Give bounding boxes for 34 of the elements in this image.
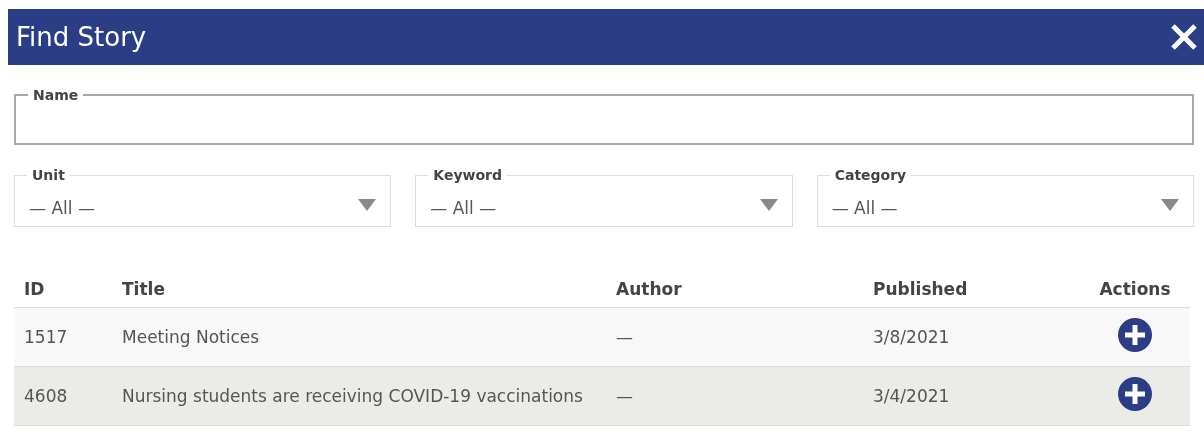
column-header: Author bbox=[606, 271, 863, 308]
caret-icon bbox=[358, 198, 377, 211]
name-field[interactable]: Name bbox=[14, 87, 1194, 145]
plus-circle-icon bbox=[1118, 318, 1152, 352]
table-cell: — bbox=[606, 366, 863, 426]
table-cell: — bbox=[606, 307, 863, 367]
dropdown-value: — All — bbox=[29, 196, 96, 218]
plus-circle-icon bbox=[1118, 377, 1152, 411]
dropdown-value: — All — bbox=[430, 196, 498, 218]
field-label: Category bbox=[833, 167, 908, 183]
add-button[interactable] bbox=[1118, 318, 1152, 352]
table-row[interactable]: 1517 Meeting Notices — 3/8/2021 bbox=[14, 307, 1190, 367]
field-label: Unit bbox=[31, 167, 66, 183]
field-label: Keyword bbox=[432, 167, 504, 183]
table-cell: 3/4/2021 bbox=[863, 366, 1080, 426]
column-header: Title bbox=[112, 271, 606, 308]
dropdown[interactable]: Unit — All — bbox=[14, 167, 392, 227]
column-header: Actions bbox=[1080, 271, 1190, 308]
caret-icon bbox=[1161, 198, 1179, 211]
table-cell: 1517 bbox=[14, 307, 112, 367]
caret-icon bbox=[759, 198, 778, 211]
table-cell: Meeting Notices bbox=[112, 307, 606, 367]
add-button[interactable] bbox=[1118, 377, 1152, 411]
table-cell: Nursing students are receiving COVID-19 vaccinations bbox=[112, 366, 606, 426]
table-cell: 3/8/2021 bbox=[863, 307, 1080, 367]
window-title: Find Story bbox=[16, 22, 147, 52]
dropdown[interactable]: Category — All — bbox=[816, 167, 1194, 227]
column-header: ID bbox=[14, 271, 112, 308]
column-header: Published bbox=[863, 271, 1080, 308]
field-label: Name bbox=[32, 87, 80, 103]
dropdown-value: — All — bbox=[831, 196, 899, 218]
close-icon bbox=[1170, 23, 1198, 51]
table-cell: 4608 bbox=[14, 366, 112, 426]
dropdown[interactable]: Keyword — All — bbox=[415, 167, 793, 227]
